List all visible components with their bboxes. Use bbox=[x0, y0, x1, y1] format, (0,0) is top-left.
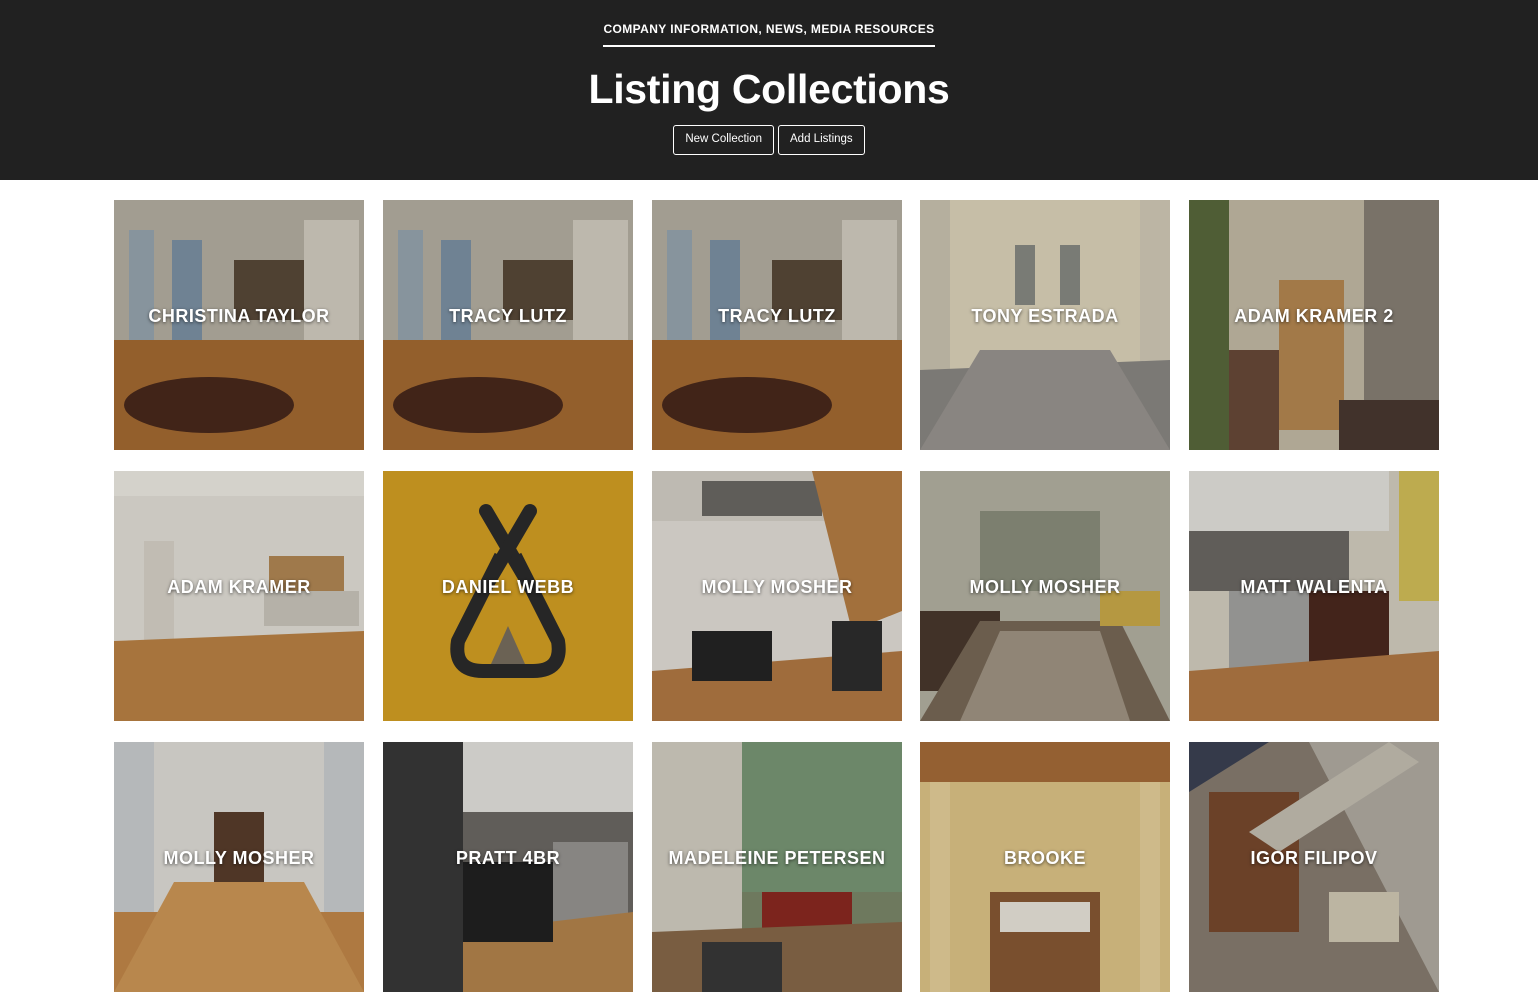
collection-name: TRACY LUTZ bbox=[718, 306, 836, 326]
page-header: COMPANY INFORMATION, NEWS, MEDIA RESOURC… bbox=[0, 0, 1538, 180]
collection-name: MATT WALENTA bbox=[1240, 577, 1388, 597]
collection-tile[interactable]: MOLLY MOSHER bbox=[114, 742, 364, 992]
header-actions: New Collection Add Listings bbox=[0, 125, 1538, 155]
new-collection-button[interactable]: New Collection bbox=[673, 125, 775, 155]
collection-tile[interactable]: PRATT 4BR bbox=[383, 742, 633, 992]
collection-name: MOLLY MOSHER bbox=[701, 577, 853, 597]
collection-tile[interactable]: ADAM KRAMER 2 bbox=[1189, 200, 1439, 450]
collection-tile[interactable]: CHRISTINA TAYLOR bbox=[114, 200, 364, 450]
collection-tile[interactable]: MATT WALENTA bbox=[1189, 471, 1439, 721]
collection-tile[interactable]: DANIEL WEBB bbox=[383, 471, 633, 721]
collection-name: MOLLY MOSHER bbox=[163, 848, 315, 868]
collection-tile[interactable]: MOLLY MOSHER bbox=[920, 471, 1170, 721]
collection-tile[interactable]: MADELEINE PETERSEN bbox=[652, 742, 902, 992]
collection-name: ADAM KRAMER bbox=[167, 577, 311, 597]
collection-name: MADELEINE PETERSEN bbox=[668, 848, 886, 868]
collection-name: BROOKE bbox=[1003, 848, 1086, 868]
collection-tile[interactable]: TRACY LUTZ bbox=[652, 200, 902, 450]
page-title: Listing Collections bbox=[588, 66, 950, 112]
collection-name: TONY ESTRADA bbox=[971, 306, 1119, 326]
company-info-nav: COMPANY INFORMATION, NEWS, MEDIA RESOURC… bbox=[0, 22, 1538, 47]
collection-name: TRACY LUTZ bbox=[449, 306, 567, 326]
add-listings-button[interactable]: Add Listings bbox=[778, 125, 865, 155]
collection-tile[interactable]: MOLLY MOSHER bbox=[652, 471, 902, 721]
collection-name: ADAM KRAMER 2 bbox=[1234, 306, 1394, 326]
collection-tile[interactable]: IGOR FILIPOV bbox=[1189, 742, 1439, 992]
collection-name: CHRISTINA TAYLOR bbox=[148, 306, 330, 326]
collection-name: IGOR FILIPOV bbox=[1250, 848, 1378, 868]
collection-name: DANIEL WEBB bbox=[441, 577, 575, 597]
collection-tile[interactable]: ADAM KRAMER bbox=[114, 471, 364, 721]
company-info-link[interactable]: COMPANY INFORMATION, NEWS, MEDIA RESOURC… bbox=[603, 22, 935, 47]
collection-name: PRATT 4BR bbox=[455, 848, 561, 868]
collection-tile[interactable]: TONY ESTRADA bbox=[920, 200, 1170, 450]
collection-tile[interactable]: BROOKE bbox=[920, 742, 1170, 992]
collection-name: MOLLY MOSHER bbox=[969, 577, 1121, 597]
collection-tile[interactable]: TRACY LUTZ bbox=[383, 200, 633, 450]
